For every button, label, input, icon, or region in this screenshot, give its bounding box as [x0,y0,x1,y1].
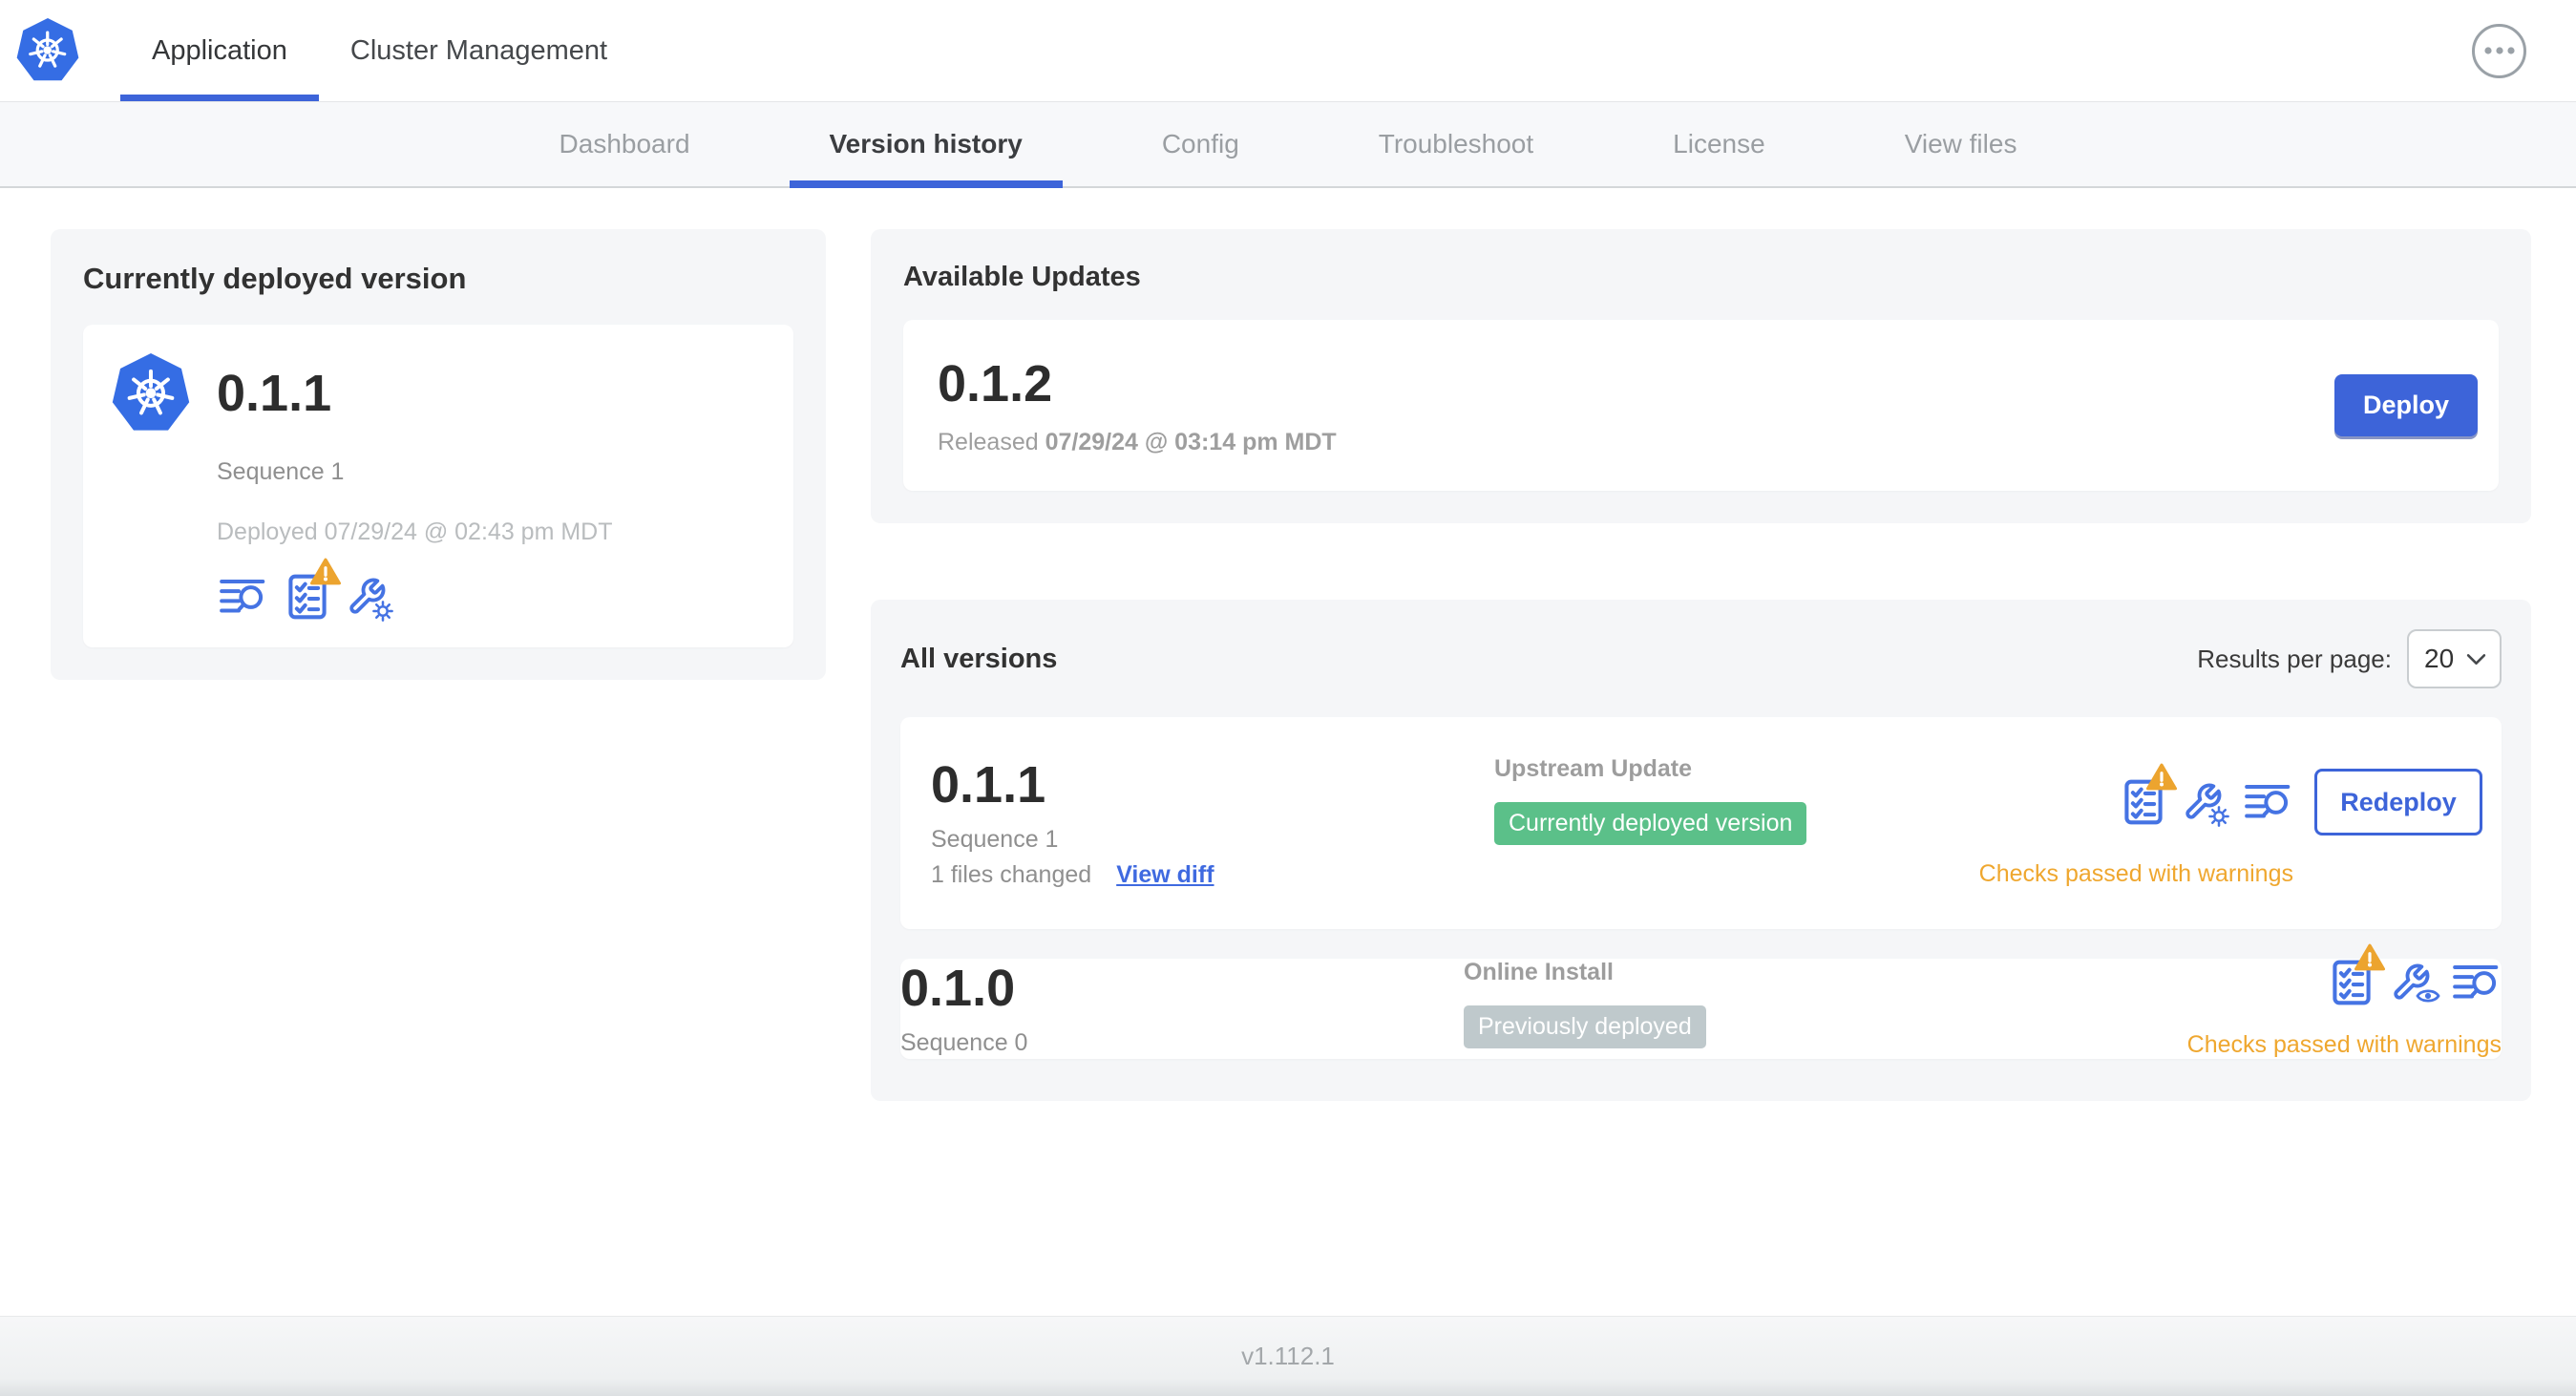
results-per-page: Results per page: 20 [2197,629,2502,688]
available-updates-panel: Available Updates 0.1.2 Released 07/29/2… [871,229,2531,523]
version-number: 0.1.0 [900,960,1016,1017]
available-updates-title: Available Updates [903,262,1141,292]
version-action-icons [2123,763,2293,827]
version-actions: Redeploy Checks passed with warnings [1978,763,2482,889]
released-label: Released [938,429,1039,455]
status-badge: Currently deployed version [1494,802,1807,845]
checks-status: Checks passed with warnings [2186,1031,2502,1058]
gear-icon [2208,806,2229,827]
all-versions-header: All versions Results per page: 20 [900,629,2502,688]
warning-triangle-icon [2354,943,2385,971]
version-row: 0.1.1 Sequence 1 1 files changed View di… [900,717,2502,929]
all-versions-panel: All versions Results per page: 20 0.1.1 … [871,600,2531,1101]
tab-cluster-management[interactable]: Cluster Management [319,0,639,101]
version-info: 0.1.1 Sequence 1 1 files changed View di… [931,755,1494,889]
console-version: v1.112.1 [1241,1342,1335,1370]
main-content: Currently deployed version 0.1.1 Sequenc… [0,188,2576,1316]
app-icon-kubernetes [112,353,190,431]
version-actions-main [2332,943,2502,1006]
subnav-troubleshoot[interactable]: Troubleshoot [1339,102,1573,186]
all-versions-title: All versions [900,643,1058,674]
subnav-config[interactable]: Config [1122,102,1279,186]
release-diff-icon[interactable] [2242,783,2293,821]
view-config-icon[interactable] [2391,962,2440,1005]
update-released-line: Released 07/29/24 @ 03:14 pm MDT [938,429,1337,456]
deployed-sequence: Sequence 1 [217,458,345,485]
chevron-down-icon [2466,653,2486,665]
preflight-checks-warning-icon[interactable] [2332,943,2385,1006]
ellipsis-icon [2483,47,2515,54]
deployed-version-number: 0.1.1 [217,365,332,422]
left-column: Currently deployed version 0.1.1 Sequenc… [51,229,826,680]
released-timestamp: 07/29/24 @ 03:14 pm MDT [1045,429,1337,455]
version-source: Online Install Previously deployed [1464,959,2187,1059]
release-diff-icon[interactable] [217,578,268,616]
tab-application[interactable]: Application [120,0,319,101]
subnav-license[interactable]: License [1633,102,1805,186]
update-info: 0.1.2 Released 07/29/24 @ 03:14 pm MDT [938,354,1337,456]
version-actions: Checks passed with warnings [2186,943,2502,1059]
deployed-version-card: 0.1.1 Sequence 1 Deployed 07/29/24 @ 02:… [83,325,793,647]
deployed-actions [217,558,765,622]
status-badge: Previously deployed [1464,1005,1706,1048]
preflight-checks-warning-icon[interactable] [287,558,341,621]
app-subnav: Dashboard Version history Config Trouble… [0,102,2576,188]
top-navigation: Application Cluster Management [120,0,639,101]
tab-application-label: Application [152,34,287,66]
deploy-button[interactable]: Deploy [2334,374,2478,436]
update-version-number: 0.1.2 [938,355,1053,412]
currently-deployed-panel: Currently deployed version 0.1.1 Sequenc… [51,229,826,680]
redeploy-button[interactable]: Redeploy [2314,769,2482,835]
checks-status: Checks passed with warnings [1978,860,2293,887]
eye-icon [2416,986,2440,1005]
deployed-timestamp: Deployed 07/29/24 @ 02:43 pm MDT [217,518,613,545]
files-changed-line: 1 files changed View diff [931,861,1494,889]
app-footer: v1.112.1 [0,1316,2576,1396]
preflight-checks-warning-icon[interactable] [2123,763,2177,826]
version-sequence: Sequence 0 [900,1029,1028,1056]
edit-config-icon[interactable] [347,576,393,622]
gear-icon [372,601,393,622]
version-number: 0.1.1 [931,756,1046,814]
edit-config-icon[interactable] [2183,781,2229,827]
view-diff-link[interactable]: View diff [1116,861,1214,889]
files-changed-label: 1 files changed [931,861,1092,888]
subnav-dashboard[interactable]: Dashboard [519,102,730,186]
results-per-page-value: 20 [2424,644,2455,673]
version-info: 0.1.0 Sequence 0 [900,959,1464,1059]
source-label: Upstream Update [1494,755,1692,782]
version-row: 0.1.0 Sequence 0 Online Install Previous… [900,943,2502,1059]
update-card: 0.1.2 Released 07/29/24 @ 03:14 pm MDT D… [903,320,2499,491]
version-sequence: Sequence 1 [931,826,1059,853]
version-action-icons [2332,943,2502,1006]
version-actions-main: Redeploy [2123,763,2482,835]
release-diff-icon[interactable] [2450,963,2502,1002]
source-label: Online Install [1464,959,1614,985]
results-per-page-select[interactable]: 20 [2407,629,2502,688]
subnav-view-files[interactable]: View files [1865,102,2058,186]
warning-triangle-icon [2146,763,2177,791]
tab-cluster-management-label: Cluster Management [349,34,608,66]
right-column: Available Updates 0.1.2 Released 07/29/2… [871,229,2531,1101]
version-source: Upstream Update Currently deployed versi… [1494,755,1979,889]
top-bar: Application Cluster Management [0,0,2576,102]
kubernetes-logo-icon [16,18,79,81]
currently-deployed-title: Currently deployed version [83,262,467,295]
results-per-page-label: Results per page: [2197,644,2392,673]
warning-triangle-icon [310,558,341,585]
overflow-menu-button[interactable] [2472,23,2526,78]
subnav-version-history[interactable]: Version history [789,102,1064,188]
admin-console: Application Cluster Management Dashboard… [0,0,2576,1396]
